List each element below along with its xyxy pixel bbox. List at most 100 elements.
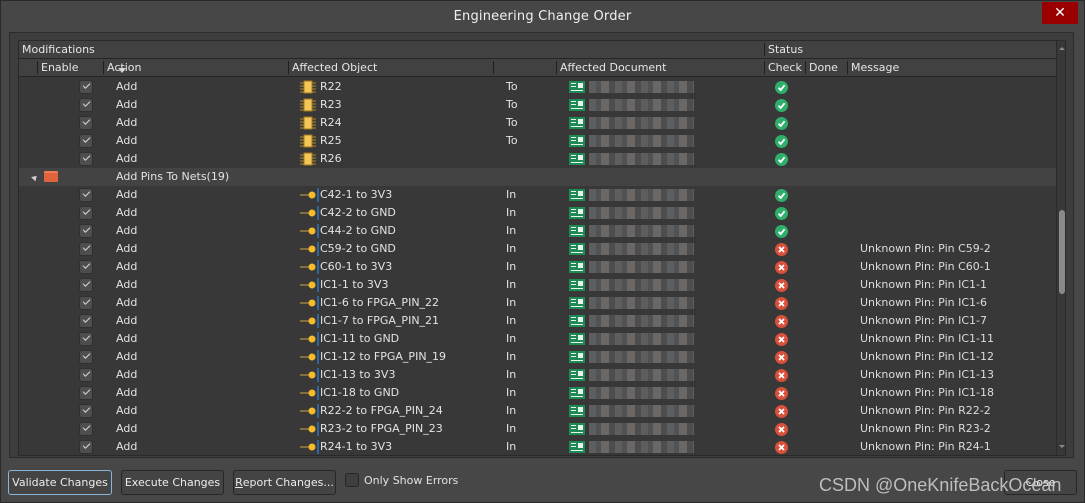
validate-changes-button[interactable]: Validate Changes: [8, 470, 112, 495]
affected-document-cell-redacted: [589, 135, 694, 147]
close-button[interactable]: Close: [1004, 470, 1077, 495]
enable-checkbox[interactable]: [79, 116, 93, 130]
table-row[interactable]: Add R22 To: [19, 78, 1056, 96]
table-row[interactable]: Add R24 To: [19, 114, 1056, 132]
enable-checkbox[interactable]: [79, 332, 93, 346]
scroll-thumb[interactable]: [1059, 210, 1065, 294]
table-row[interactable]: Add C60-1 to 3V3 In Unknown Pin: Pin C60-1: [19, 258, 1056, 276]
preposition-cell: In: [506, 242, 517, 255]
execute-changes-button[interactable]: Execute Changes: [121, 470, 224, 495]
action-cell: Add: [116, 314, 138, 327]
enable-checkbox[interactable]: [79, 386, 93, 400]
column-message[interactable]: Message: [847, 61, 899, 74]
table-row[interactable]: Add R24-1 to 3V3 In Unknown Pin: Pin R24-1: [19, 438, 1056, 455]
table-row[interactable]: Add IC1-11 to GND In Unknown Pin: Pin IC1-1…: [19, 330, 1056, 348]
table-row[interactable]: Add R26: [19, 150, 1056, 168]
close-window-button[interactable]: ✕: [1042, 2, 1078, 24]
enable-checkbox[interactable]: [79, 206, 93, 220]
folder-icon: [44, 171, 58, 182]
affected-object-cell: IC1-7 to FPGA_PIN_21: [320, 314, 440, 327]
enable-checkbox[interactable]: [79, 368, 93, 382]
enable-checkbox[interactable]: [79, 404, 93, 418]
preposition-cell: To: [506, 116, 518, 129]
pin-net-icon: [299, 206, 319, 220]
preposition-cell: To: [506, 134, 518, 147]
preposition-cell: In: [506, 314, 517, 327]
action-cell: Add: [116, 188, 138, 201]
pcb-document-icon: [569, 117, 585, 129]
action-cell: Add: [116, 386, 138, 399]
column-header-row: Enable Action Affected Object Affected D…: [19, 59, 1056, 77]
preposition-cell: In: [506, 440, 517, 453]
message-cell: Unknown Pin: Pin R22-2: [860, 404, 991, 417]
column-affected-document[interactable]: Affected Document: [556, 61, 666, 74]
affected-object-cell: R24: [320, 116, 342, 129]
enable-checkbox[interactable]: [79, 422, 93, 436]
only-show-errors-checkbox[interactable]: Only Show Errors: [345, 473, 458, 487]
enable-checkbox[interactable]: [79, 440, 93, 454]
enable-checkbox[interactable]: [79, 152, 93, 166]
report-changes-button[interactable]: Report Changes...: [233, 470, 336, 495]
enable-checkbox[interactable]: [79, 296, 93, 310]
vertical-scrollbar[interactable]: [1056, 41, 1065, 455]
table-row[interactable]: Add IC1-18 to GND In Unknown Pin: Pin IC1-1…: [19, 384, 1056, 402]
component-icon: [299, 98, 317, 112]
enable-checkbox[interactable]: [79, 188, 93, 202]
table-row[interactable]: Add IC1-1 to 3V3 In Unknown Pin: Pin IC1-1: [19, 276, 1056, 294]
column-enable[interactable]: Enable: [37, 61, 126, 74]
table-row[interactable]: Add IC1-13 to 3V3 In Unknown Pin: Pin IC1-1…: [19, 366, 1056, 384]
table-row[interactable]: Add C59-2 to GND In Unknown Pin: Pin C59-2: [19, 240, 1056, 258]
action-cell: Add: [116, 116, 138, 129]
table-row[interactable]: Add C42-2 to GND In: [19, 204, 1056, 222]
pin-net-icon: [299, 350, 319, 364]
table-row[interactable]: Add C42-1 to 3V3 In: [19, 186, 1056, 204]
affected-object-cell: C44-2 to GND: [320, 224, 396, 237]
affected-object-cell: C59-2 to GND: [320, 242, 396, 255]
enable-checkbox[interactable]: [79, 98, 93, 112]
expand-collapse-icon[interactable]: [31, 173, 39, 182]
preposition-cell: In: [506, 296, 517, 309]
checkbox-box[interactable]: [345, 473, 359, 487]
pcb-document-icon: [569, 207, 585, 219]
table-row[interactable]: Add R23 To: [19, 96, 1056, 114]
check-ok-icon: [775, 153, 788, 166]
preposition-cell: In: [506, 278, 517, 291]
affected-object-cell: C42-2 to GND: [320, 206, 396, 219]
check-error-icon: [775, 441, 788, 454]
table-row[interactable]: Add R23-2 to FPGA_PIN_23 In Unknown Pin: Pi…: [19, 420, 1056, 438]
pcb-document-icon: [569, 225, 585, 237]
pin-net-icon: [299, 224, 319, 238]
enable-checkbox[interactable]: [79, 242, 93, 256]
preposition-cell: In: [506, 332, 517, 345]
enable-checkbox[interactable]: [79, 260, 93, 274]
component-icon: [299, 152, 317, 166]
table-row[interactable]: Add IC1-6 to FPGA_PIN_22 In Unknown Pin: Pi…: [19, 294, 1056, 312]
scroll-up-icon[interactable]: [1059, 47, 1065, 50]
enable-checkbox[interactable]: [79, 278, 93, 292]
table-row[interactable]: Add R22-2 to FPGA_PIN_24 In Unknown Pin: Pi…: [19, 402, 1056, 420]
column-action[interactable]: Action: [103, 61, 141, 74]
column-check[interactable]: Check: [764, 61, 802, 74]
enable-checkbox[interactable]: [79, 314, 93, 328]
column-done[interactable]: Done: [805, 61, 838, 74]
table-row[interactable]: Add IC1-7 to FPGA_PIN_21 In Unknown Pin: Pi…: [19, 312, 1056, 330]
enable-checkbox[interactable]: [79, 134, 93, 148]
preposition-cell: In: [506, 404, 517, 417]
enable-checkbox[interactable]: [79, 80, 93, 94]
affected-document-cell-redacted: [589, 279, 694, 291]
pcb-document-icon: [569, 99, 585, 111]
table-row[interactable]: Add R25 To: [19, 132, 1056, 150]
group-row-add-pins-to-nets[interactable]: Add Pins To Nets(19): [19, 168, 1056, 186]
preposition-cell: In: [506, 386, 517, 399]
enable-checkbox[interactable]: [79, 350, 93, 364]
check-error-icon: [775, 315, 788, 328]
column-affected-object[interactable]: Affected Object: [288, 61, 377, 74]
table-row[interactable]: Add IC1-12 to FPGA_PIN_19 In Unknown Pin: P…: [19, 348, 1056, 366]
dialog-title: Engineering Change Order: [453, 9, 632, 24]
pcb-document-icon: [569, 261, 585, 273]
preposition-cell: In: [506, 422, 517, 435]
action-cell: Add: [116, 134, 138, 147]
enable-checkbox[interactable]: [79, 224, 93, 238]
scroll-down-icon[interactable]: [1059, 445, 1065, 448]
table-row[interactable]: Add C44-2 to GND In: [19, 222, 1056, 240]
